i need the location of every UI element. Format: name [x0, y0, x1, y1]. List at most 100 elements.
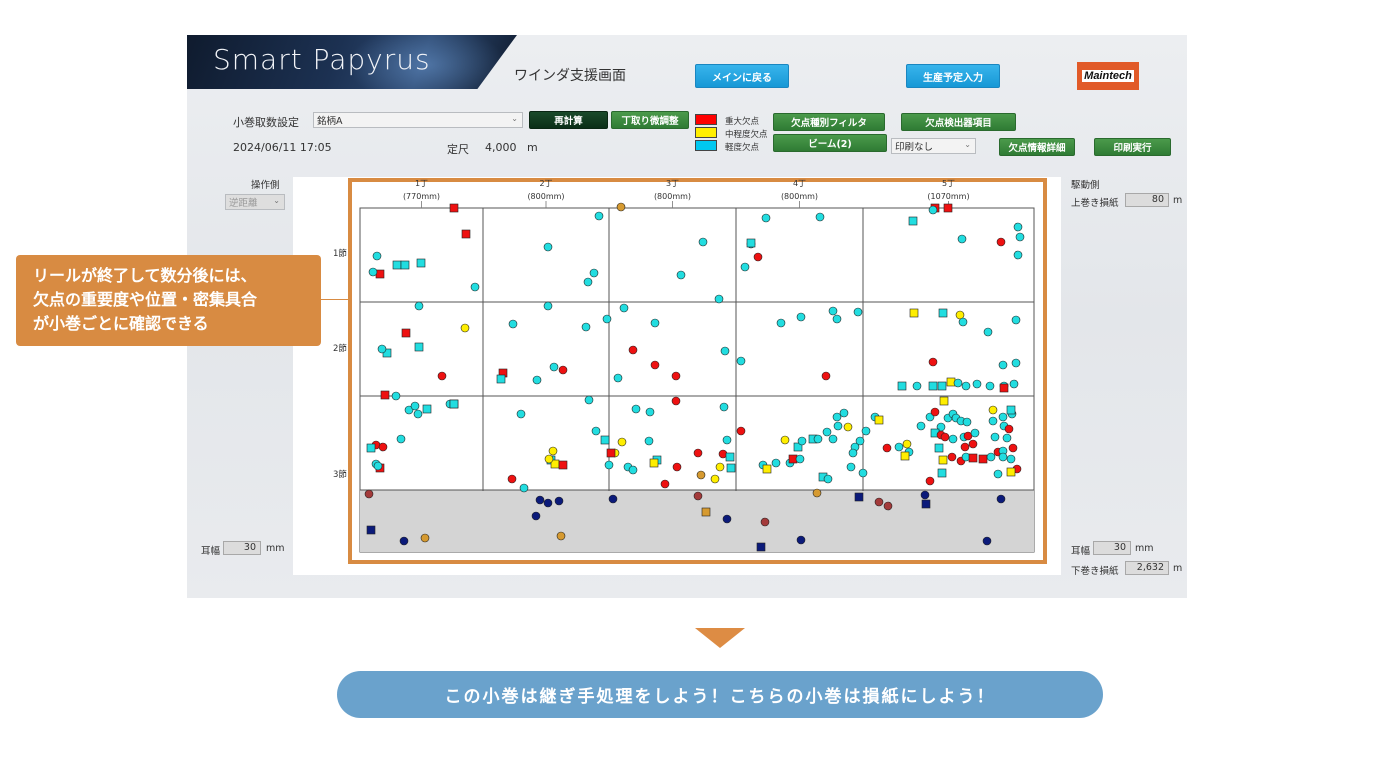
- defect-marker-minor[interactable]: [1006, 405, 1016, 415]
- defect-marker-major[interactable]: [693, 448, 703, 458]
- defect-marker-medium[interactable]: [715, 462, 725, 472]
- defect-marker-minor[interactable]: [858, 468, 868, 478]
- defect-marker-minor[interactable]: [953, 378, 963, 388]
- defect-marker-major[interactable]: [1008, 443, 1018, 453]
- defect-marker-minor[interactable]: [839, 408, 849, 418]
- defect-marker-other_darkred[interactable]: [364, 489, 374, 499]
- defect-marker-major[interactable]: [437, 371, 447, 381]
- defect-marker-major[interactable]: [671, 371, 681, 381]
- defect-marker-minor[interactable]: [368, 267, 378, 277]
- defect-marker-major[interactable]: [449, 203, 459, 213]
- defect-marker-medium[interactable]: [649, 458, 659, 468]
- defect-marker-minor[interactable]: [853, 307, 863, 317]
- defect-marker-medium[interactable]: [988, 405, 998, 415]
- defect-marker-minor[interactable]: [962, 417, 972, 427]
- defect-marker-other_darkred[interactable]: [693, 491, 703, 501]
- defect-marker-major[interactable]: [461, 229, 471, 239]
- defect-marker-minor[interactable]: [594, 211, 604, 221]
- back-to-main-button[interactable]: メインに戻る: [695, 64, 789, 88]
- defect-marker-other_orange[interactable]: [420, 533, 430, 543]
- defect-marker-minor[interactable]: [631, 404, 641, 414]
- defect-marker-minor[interactable]: [583, 277, 593, 287]
- defect-marker-medium[interactable]: [544, 454, 554, 464]
- defect-marker-minor[interactable]: [937, 381, 947, 391]
- defect-marker-minor[interactable]: [584, 395, 594, 405]
- defect-marker-major[interactable]: [660, 479, 670, 489]
- defect-marker-minor[interactable]: [746, 238, 756, 248]
- defect-marker-other_orange[interactable]: [812, 488, 822, 498]
- defect-marker-minor[interactable]: [998, 452, 1008, 462]
- defect-marker-minor[interactable]: [449, 399, 459, 409]
- defect-marker-minor[interactable]: [1011, 358, 1021, 368]
- defect-marker-minor[interactable]: [628, 465, 638, 475]
- defect-marker-minor[interactable]: [972, 379, 982, 389]
- defect-marker-minor[interactable]: [602, 314, 612, 324]
- defect-marker-minor[interactable]: [832, 412, 842, 422]
- defect-marker-medium[interactable]: [460, 323, 470, 333]
- defect-marker-minor[interactable]: [644, 436, 654, 446]
- defect-marker-minor[interactable]: [916, 421, 926, 431]
- defect-marker-major[interactable]: [558, 365, 568, 375]
- defect-marker-medium[interactable]: [548, 446, 558, 456]
- defect-marker-major[interactable]: [928, 357, 938, 367]
- defect-marker-major[interactable]: [821, 371, 831, 381]
- defect-marker-minor[interactable]: [833, 421, 843, 431]
- defect-marker-minor[interactable]: [589, 268, 599, 278]
- brand-select[interactable]: 銘柄A ⌄: [313, 112, 523, 128]
- defect-marker-other_navy[interactable]: [756, 542, 766, 552]
- defect-marker-other_darkred[interactable]: [760, 517, 770, 527]
- recalculate-button[interactable]: 再計算: [529, 111, 608, 129]
- defect-marker-minor[interactable]: [1009, 379, 1019, 389]
- defect-marker-minor[interactable]: [815, 212, 825, 222]
- defect-detector-items-button[interactable]: 欠点検出器項目: [901, 113, 1016, 131]
- defect-marker-other_navy[interactable]: [982, 536, 992, 546]
- defect-marker-major[interactable]: [925, 476, 935, 486]
- defect-marker-minor[interactable]: [1002, 433, 1012, 443]
- defect-marker-minor[interactable]: [938, 308, 948, 318]
- defect-marker-other_navy[interactable]: [554, 496, 564, 506]
- defect-marker-minor[interactable]: [761, 213, 771, 223]
- defect-marker-major[interactable]: [1004, 424, 1014, 434]
- defect-marker-medium[interactable]: [710, 474, 720, 484]
- defect-marker-minor[interactable]: [549, 362, 559, 372]
- defect-marker-minor[interactable]: [908, 216, 918, 226]
- defect-marker-other_navy[interactable]: [531, 511, 541, 521]
- fine-adjust-button[interactable]: 丁取り微調整: [611, 111, 689, 129]
- defect-marker-major[interactable]: [930, 407, 940, 417]
- defect-marker-minor[interactable]: [496, 374, 506, 384]
- defect-marker-minor[interactable]: [796, 312, 806, 322]
- defect-marker-minor[interactable]: [985, 381, 995, 391]
- defect-marker-minor[interactable]: [832, 314, 842, 324]
- defect-marker-other_orange[interactable]: [616, 202, 626, 212]
- defect-marker-major[interactable]: [736, 426, 746, 436]
- defect-marker-other_navy[interactable]: [722, 514, 732, 524]
- print-execute-button[interactable]: 印刷実行: [1094, 138, 1171, 156]
- defect-marker-other_orange[interactable]: [556, 531, 566, 541]
- defect-marker-minor[interactable]: [372, 251, 382, 261]
- defect-marker-major[interactable]: [650, 360, 660, 370]
- defect-marker-minor[interactable]: [797, 436, 807, 446]
- defect-marker-major[interactable]: [401, 328, 411, 338]
- defect-marker-other_navy[interactable]: [854, 492, 864, 502]
- defect-marker-minor[interactable]: [897, 381, 907, 391]
- defect-marker-minor[interactable]: [720, 346, 730, 356]
- defect-marker-minor[interactable]: [366, 443, 376, 453]
- defect-marker-minor[interactable]: [740, 262, 750, 272]
- defect-marker-minor[interactable]: [948, 434, 958, 444]
- defect-marker-major[interactable]: [558, 460, 568, 470]
- defect-marker-minor[interactable]: [698, 237, 708, 247]
- defect-marker-major[interactable]: [378, 442, 388, 452]
- defect-marker-minor[interactable]: [414, 301, 424, 311]
- defect-marker-medium[interactable]: [938, 455, 948, 465]
- defect-marker-major[interactable]: [628, 345, 638, 355]
- defect-marker-minor[interactable]: [722, 435, 732, 445]
- defect-marker-minor[interactable]: [795, 454, 805, 464]
- defect-marker-medium[interactable]: [874, 415, 884, 425]
- defect-marker-major[interactable]: [999, 383, 1009, 393]
- defect-marker-minor[interactable]: [983, 327, 993, 337]
- defect-marker-minor[interactable]: [828, 434, 838, 444]
- defect-type-filter-button[interactable]: 欠点種別フィルタ: [773, 113, 885, 131]
- right-edge-width-value[interactable]: 30: [1093, 541, 1131, 555]
- defect-marker-minor[interactable]: [823, 474, 833, 484]
- defect-marker-medium[interactable]: [909, 308, 919, 318]
